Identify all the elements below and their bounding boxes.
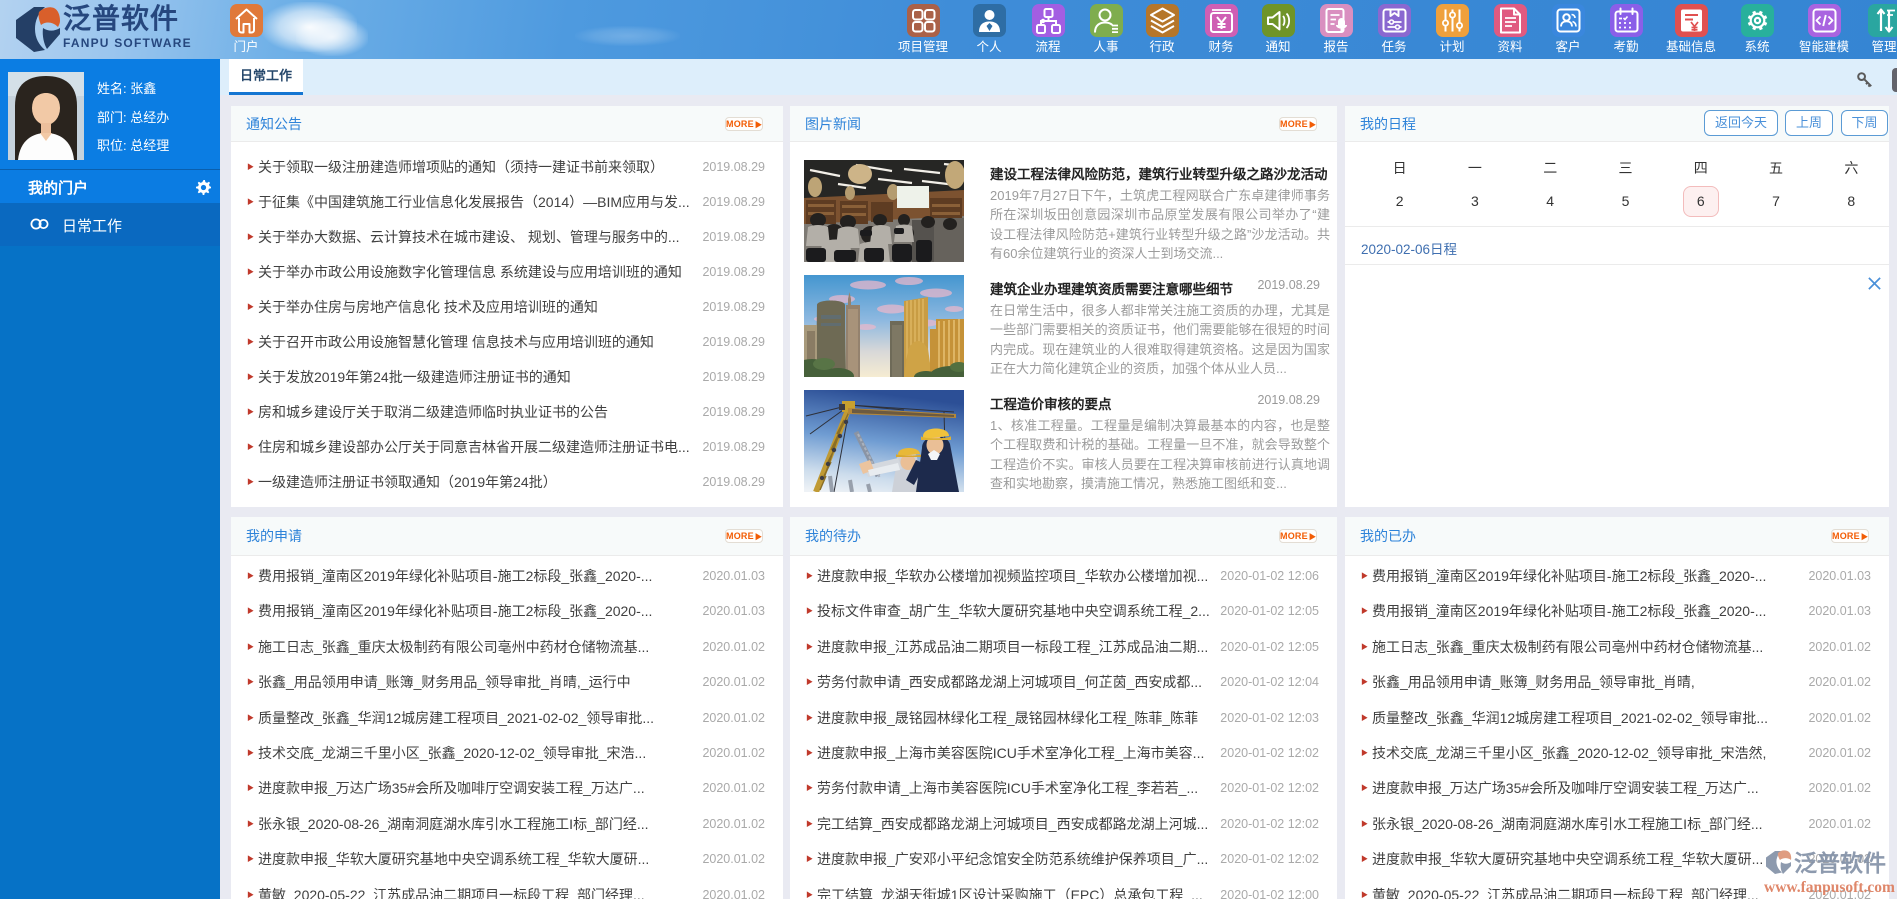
svg-text:www.fanpusoft.com: www.fanpusoft.com (1764, 879, 1895, 895)
svg-text:泛普软件: 泛普软件 (1794, 850, 1886, 876)
